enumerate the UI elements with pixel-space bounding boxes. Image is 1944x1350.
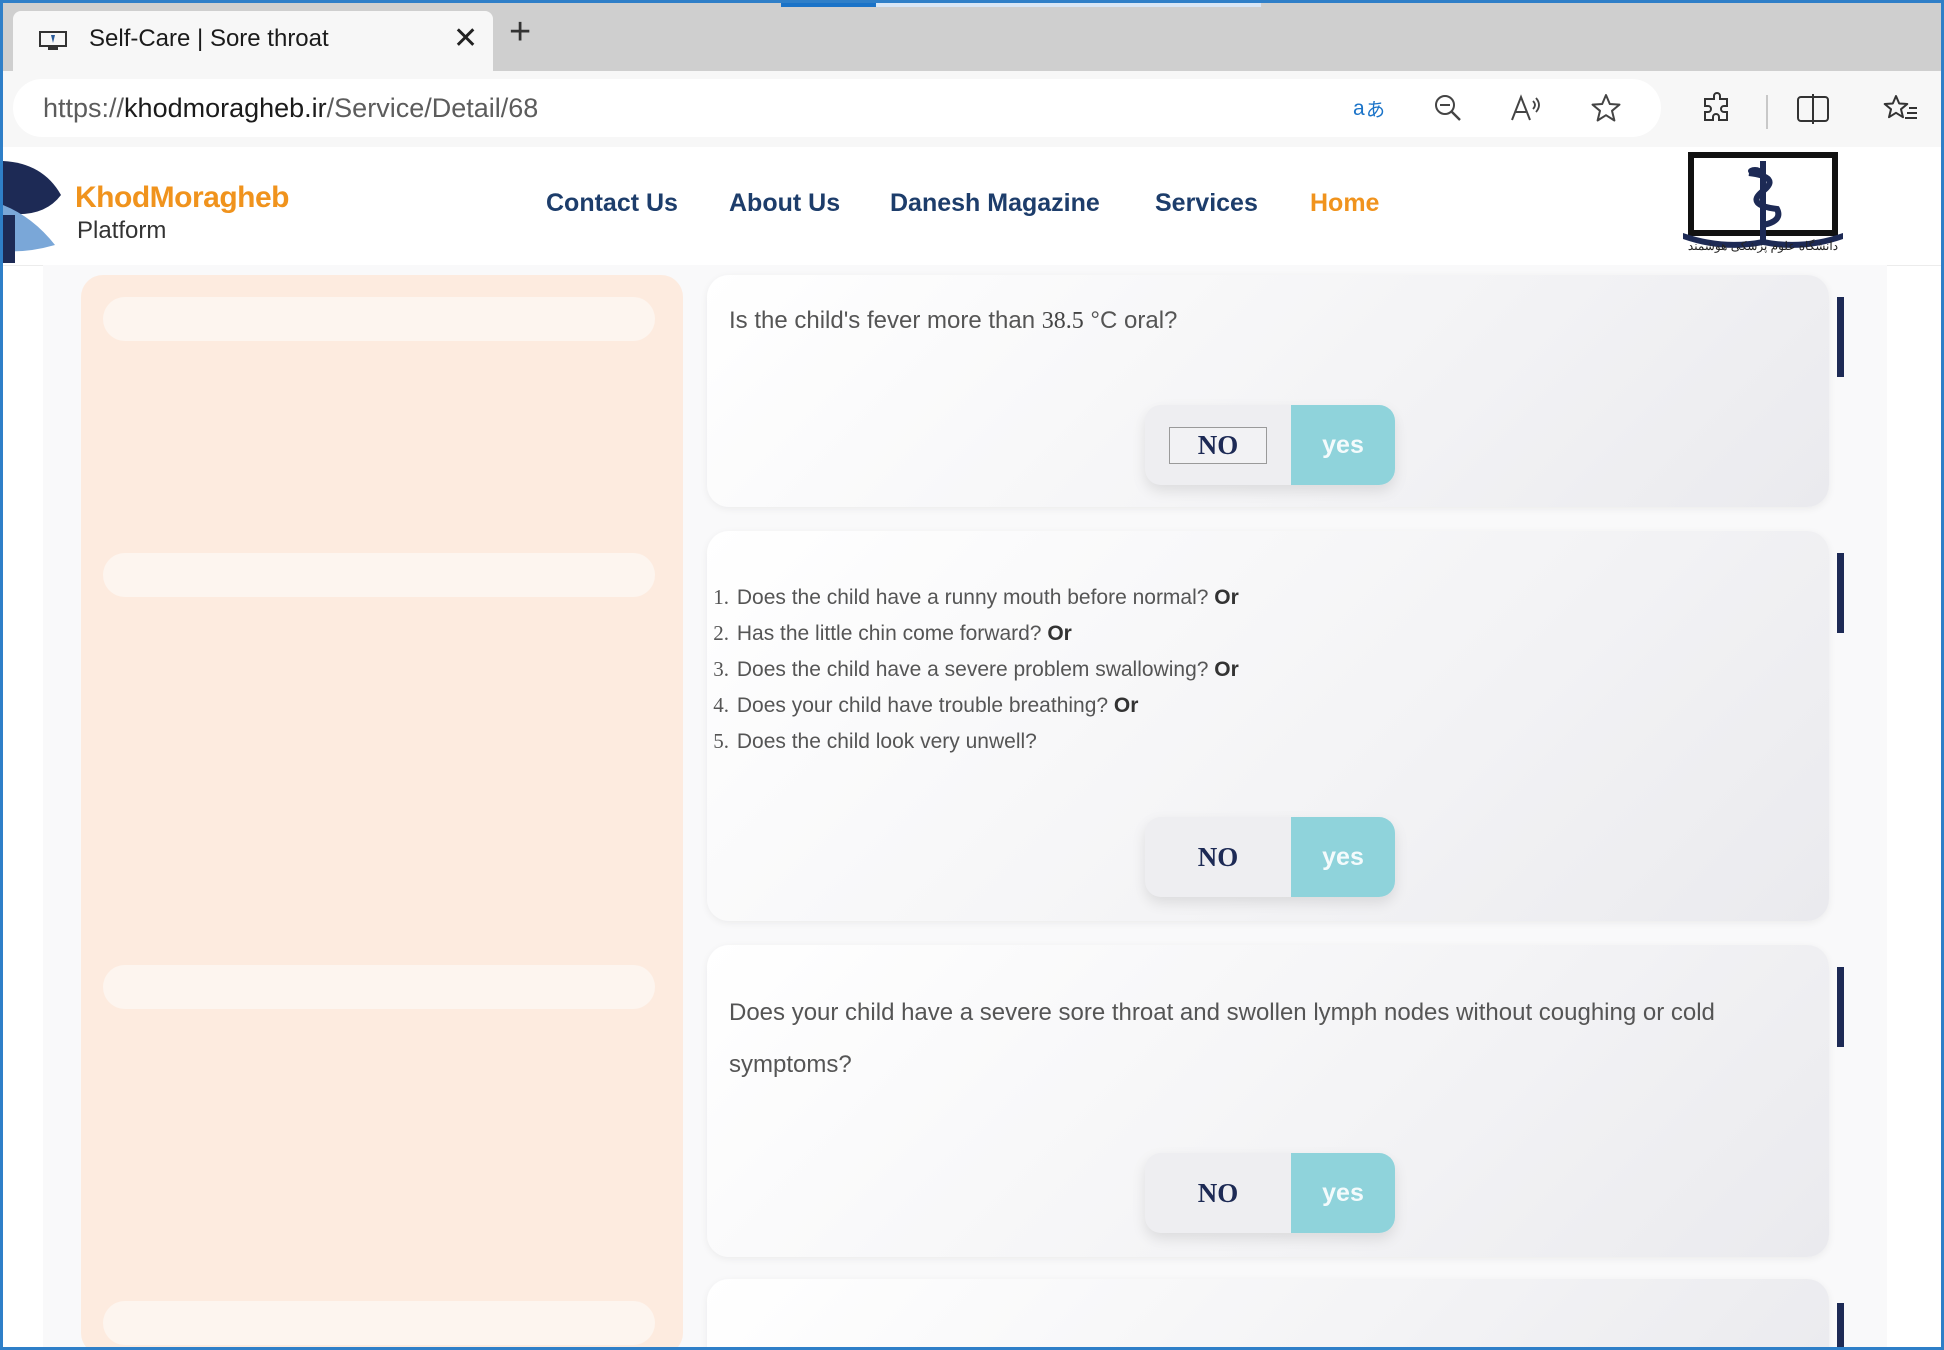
close-tab-icon[interactable]: ✕	[453, 21, 478, 56]
question-text: Does your child have a severe sore throa…	[729, 999, 1715, 1078]
sidebar-placeholder-pill	[103, 1301, 655, 1345]
browser-window: Self-Care | Sore throat ✕ + https://khod…	[0, 0, 1944, 1350]
monitor-favicon-icon	[39, 31, 67, 50]
sidebar-placeholder-pill	[103, 297, 655, 341]
tab-strip: Self-Care | Sore throat ✕ +	[3, 3, 1941, 71]
card-accent-bar	[1837, 967, 1844, 1047]
question-card-fever: Is the child's fever more than 38.5 °C o…	[707, 275, 1829, 507]
yes-button[interactable]: yes	[1291, 1153, 1395, 1233]
nav-danesh-magazine[interactable]: Danesh Magazine	[890, 189, 1100, 218]
answer-toggle: NO yes	[1145, 405, 1395, 485]
question-card-danger-signs: 1. Does the child have a runny mouth bef…	[707, 531, 1829, 921]
address-bar[interactable]: https://khodmoragheb.ir/Service/Detail/6…	[13, 79, 1661, 137]
khodmoragheb-logo-icon[interactable]	[3, 153, 73, 263]
answer-toggle: NO yes	[1145, 1153, 1395, 1233]
svg-text:あ: あ	[1366, 99, 1385, 121]
yes-button[interactable]: yes	[1291, 817, 1395, 897]
list-item: 1. Does the child have a runny mouth bef…	[713, 585, 1239, 609]
question-list: 1. Does the child have a runny mouth bef…	[707, 579, 1239, 759]
card-accent-bar	[1837, 1303, 1844, 1347]
list-item: 4. Does your child have trouble breathin…	[713, 693, 1139, 717]
toolbar-divider	[1766, 95, 1768, 129]
browser-toolbar: https://khodmoragheb.ir/Service/Detail/6…	[3, 71, 1941, 147]
question-card-partial	[707, 1279, 1829, 1347]
answer-toggle: NO yes	[1145, 817, 1395, 897]
list-item: 5. Does the child look very unwell?	[713, 729, 1037, 753]
no-button[interactable]: NO	[1145, 817, 1291, 897]
favorites-icon[interactable]	[1883, 91, 1919, 127]
no-button[interactable]: NO	[1145, 405, 1291, 485]
sidebar-panel	[81, 275, 683, 1347]
new-tab-icon[interactable]: +	[509, 13, 531, 51]
sidebar-placeholder-pill	[103, 553, 655, 597]
nav-about-us[interactable]: About Us	[729, 189, 840, 218]
tab-title: Self-Care | Sore throat	[89, 25, 329, 52]
browser-tab[interactable]: Self-Care | Sore throat ✕	[13, 11, 493, 71]
list-item: 3. Does the child have a severe problem …	[713, 657, 1239, 681]
question-text: Is the child's fever more than 38.5 °C o…	[729, 307, 1178, 334]
sidebar-placeholder-pill	[103, 965, 655, 1009]
logo-subtitle: Platform	[77, 217, 167, 244]
split-screen-icon[interactable]	[1795, 91, 1831, 127]
nav-services[interactable]: Services	[1155, 189, 1258, 218]
logo-title[interactable]: KhodMoragheb	[75, 181, 289, 215]
nav-home[interactable]: Home	[1310, 189, 1379, 218]
translate-icon[interactable]: aあ	[1353, 91, 1387, 125]
nav-contact-us[interactable]: Contact Us	[546, 189, 678, 218]
no-button[interactable]: NO	[1145, 1153, 1291, 1233]
read-aloud-icon[interactable]	[1509, 91, 1543, 125]
favorite-star-icon[interactable]	[1589, 91, 1623, 125]
university-caption: دانشگاه علوم پزشکی هوشمند	[1687, 239, 1839, 253]
card-accent-bar	[1837, 553, 1844, 633]
page-load-progress	[781, 3, 1261, 7]
url-text[interactable]: https://khodmoragheb.ir/Service/Detail/6…	[43, 93, 538, 124]
list-item: 2. Has the little chin come forward? Or	[713, 621, 1072, 645]
yes-button[interactable]: yes	[1291, 405, 1395, 485]
extensions-icon[interactable]	[1699, 91, 1735, 127]
card-accent-bar	[1837, 297, 1844, 377]
question-card-sore-throat: Does your child have a severe sore throa…	[707, 945, 1829, 1257]
site-header: KhodMoragheb Platform Contact Us About U…	[3, 147, 1941, 266]
zoom-out-icon[interactable]	[1431, 91, 1465, 125]
svg-text:a: a	[1353, 97, 1365, 120]
